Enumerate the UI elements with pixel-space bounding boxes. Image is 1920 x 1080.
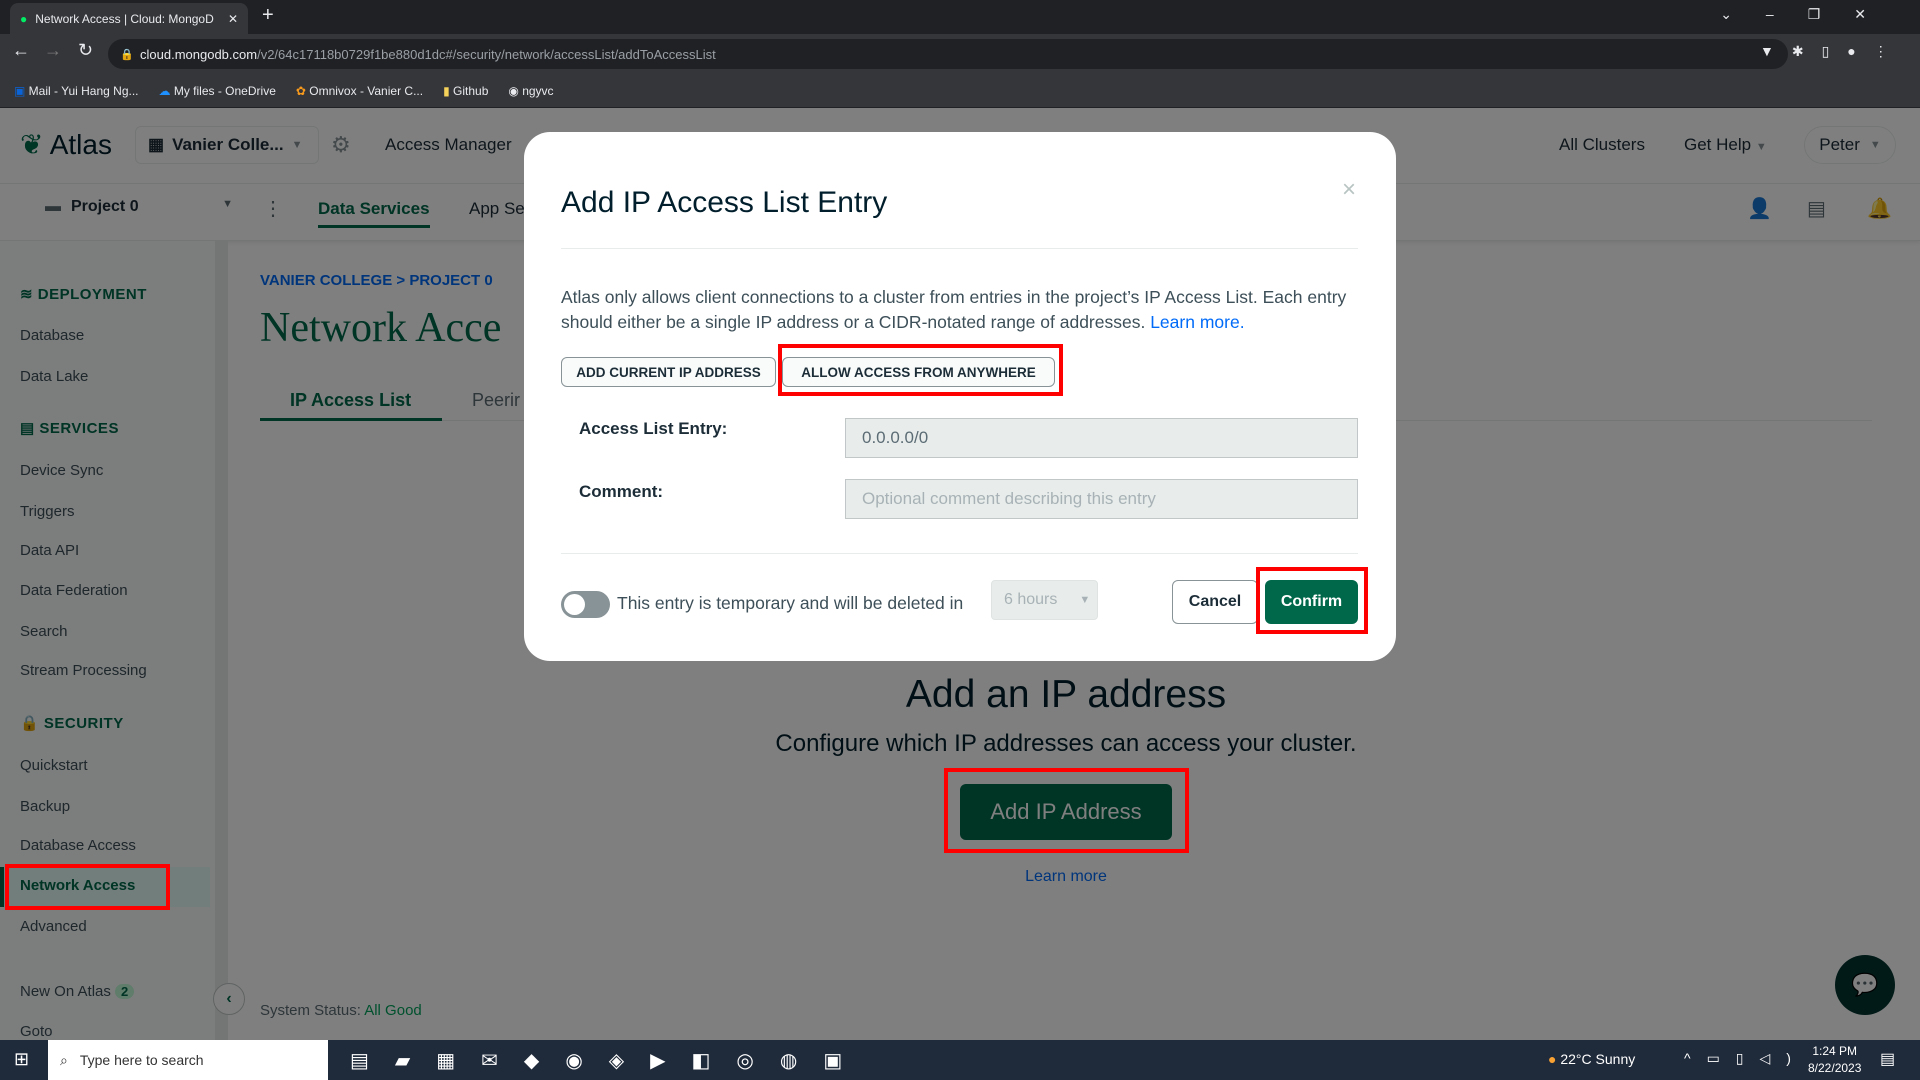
learn-more-link[interactable]: Learn more.: [1150, 312, 1244, 332]
toolbar: ← → ↻ 🔒 cloud.mongodb.com/v2/64c17118b07…: [0, 34, 1920, 74]
weather-sun-icon: ●: [1548, 1051, 1561, 1067]
window-controls[interactable]: ⌄–❐✕: [1720, 6, 1900, 23]
close-tab-icon[interactable]: ✕: [228, 12, 238, 26]
browser-tab[interactable]: ● Network Access | Cloud: MongoD ✕: [10, 3, 248, 34]
modal-title: Add IP Access List Entry: [561, 186, 888, 219]
temporary-toggle[interactable]: [561, 591, 610, 618]
divider: [561, 248, 1358, 249]
windows-taskbar: ⊞ ⌕ Type here to search ▤▰▦✉◆◉◈▶◧◎◍▣ ● 22…: [0, 1040, 1920, 1080]
search-icon: ⌕: [60, 1051, 68, 1068]
mongodb-leaf-icon: ●: [20, 11, 28, 26]
taskbar-search[interactable]: ⌕ Type here to search: [48, 1040, 328, 1080]
system-tray-icons[interactable]: ^▭▯◁): [1684, 1050, 1807, 1067]
folder-icon: ▮: [443, 83, 454, 98]
outlook-icon: ▣: [14, 83, 29, 98]
tab-title: Network Access | Cloud: MongoD: [35, 11, 214, 26]
pinned-apps[interactable]: ▤▰▦✉◆◉◈▶◧◎◍▣: [350, 1048, 868, 1073]
extension-icons[interactable]: ▼✱▯●⋮: [1760, 43, 1906, 60]
bookmark-mail[interactable]: ▣ Mail - Yui Hang Ng...: [14, 84, 139, 98]
address-bar[interactable]: 🔒 cloud.mongodb.com/v2/64c17118b0729f1be…: [108, 39, 1788, 69]
github-icon: ◉: [508, 83, 523, 98]
close-icon[interactable]: ×: [1342, 176, 1356, 204]
add-current-ip-button[interactable]: ADD CURRENT IP ADDRESS: [561, 357, 776, 387]
highlight-network-access: [5, 864, 170, 910]
duration-select[interactable]: 6 hours ▼: [991, 580, 1098, 620]
bookmarks-bar: ▣ Mail - Yui Hang Ng... ☁ My files - One…: [0, 74, 1920, 108]
access-list-entry-label: Access List Entry:: [579, 419, 728, 438]
new-tab-button[interactable]: +: [262, 4, 274, 27]
bookmark-omnivox[interactable]: ✿ Omnivox - Vanier C...: [296, 84, 423, 98]
comment-label: Comment:: [579, 482, 664, 501]
forward-icon[interactable]: →: [44, 40, 62, 61]
temporary-entry-text: This entry is temporary and will be dele…: [617, 593, 964, 613]
comment-input[interactable]: Optional comment describing this entry: [845, 479, 1358, 519]
notifications-icon[interactable]: ▤: [1880, 1049, 1895, 1069]
highlight-add-ip: [944, 768, 1189, 853]
browser-tab-strip: ● Network Access | Cloud: MongoD ✕ + ⌄–❐…: [0, 0, 1920, 34]
reload-icon[interactable]: ↻: [78, 40, 93, 61]
caret-down-icon: ▼: [1079, 594, 1091, 606]
clock[interactable]: 1:24 PM 8/22/2023: [1808, 1043, 1861, 1077]
cancel-button[interactable]: Cancel: [1172, 580, 1258, 624]
modal-description: Atlas only allows client connections to …: [561, 287, 1347, 332]
bookmark-ngyvc[interactable]: ◉ ngyvc: [508, 84, 553, 98]
url-path: /v2/64c17118b0729f1be880d1dc#/security/n…: [257, 46, 716, 62]
divider: [561, 553, 1358, 554]
access-list-entry-input[interactable]: 0.0.0.0/0: [845, 418, 1358, 458]
highlight-confirm: [1256, 567, 1368, 634]
onedrive-icon: ☁: [158, 83, 174, 98]
highlight-allow-anywhere: [778, 344, 1063, 396]
omnivox-icon: ✿: [295, 83, 310, 98]
url-host: cloud.mongodb.com: [140, 46, 258, 62]
weather-widget[interactable]: ● 22°C Sunny1: [1548, 1051, 1635, 1067]
lock-icon: 🔒: [120, 48, 134, 61]
windows-start-icon[interactable]: ⊞: [14, 1049, 29, 1070]
back-icon[interactable]: ←: [12, 40, 30, 61]
bookmark-github[interactable]: ▮ Github: [443, 84, 488, 98]
bookmark-onedrive[interactable]: ☁ My files - OneDrive: [159, 84, 276, 98]
